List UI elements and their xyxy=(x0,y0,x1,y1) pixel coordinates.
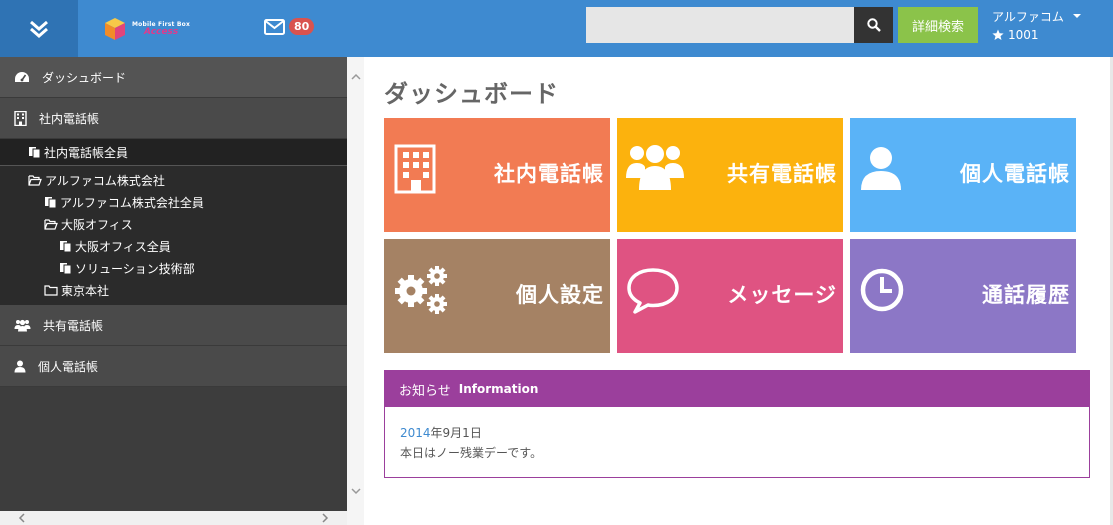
information-header: お知らせ Information xyxy=(385,371,1089,407)
tree-item-alphacom-all[interactable]: アルファコム株式会社全員 xyxy=(0,191,347,213)
tile-label: 個人電話帳 xyxy=(960,162,1070,186)
building-icon xyxy=(14,110,27,126)
chevron-right-icon xyxy=(322,513,329,523)
sidebar-item-label: 個人電話帳 xyxy=(38,359,99,374)
tree-item-label: 東京本社 xyxy=(61,283,110,298)
users-icon xyxy=(626,145,684,190)
tree-item-all-internal[interactable]: 社内電話帳全員 xyxy=(0,139,347,166)
tile-label: 個人設定 xyxy=(516,283,604,307)
tree-item-label: アルファコム株式会社全員 xyxy=(60,195,204,210)
chevron-down-icon xyxy=(350,488,361,495)
app-logo[interactable]: Mobile First Box Access xyxy=(104,15,190,43)
search-icon xyxy=(866,18,881,32)
gears-icon xyxy=(395,266,447,314)
sidebar-item-personal-directory[interactable]: 個人電話帳 xyxy=(0,346,347,387)
double-chevron-down-icon xyxy=(30,20,48,38)
tree-item-osaka-office[interactable]: 大阪オフィス xyxy=(0,213,347,235)
user-icon xyxy=(14,360,26,372)
tile-personal-settings[interactable]: 個人設定 xyxy=(384,239,610,353)
tree-item-label: ソリューション技術部 xyxy=(75,261,195,276)
user-name: アルファコム xyxy=(992,9,1064,24)
tree-item-label: 大阪オフィス全員 xyxy=(75,239,171,254)
sidebar-item-label: 共有電話帳 xyxy=(43,318,104,333)
sidebar-item-shared-directory[interactable]: 共有電話帳 xyxy=(0,305,347,346)
information-title: お知らせ xyxy=(399,383,451,399)
user-extension: 1001 xyxy=(1008,28,1039,42)
chevron-up-icon xyxy=(350,73,361,80)
tree-item-label: 大阪オフィス xyxy=(61,217,133,232)
file-copy-icon xyxy=(29,147,41,158)
tree-item-solutions-dept[interactable]: ソリューション技術部 xyxy=(0,257,347,279)
top-bar: Mobile First Box Access 80 詳細検索 アルファコム 1… xyxy=(0,0,1113,57)
folder-open-icon xyxy=(28,174,42,186)
cube-logo-icon xyxy=(105,18,125,40)
file-copy-icon xyxy=(45,197,57,208)
search-button[interactable] xyxy=(854,7,893,43)
sidebar-vertical-scrollbar[interactable] xyxy=(347,57,364,525)
speech-bubble-icon xyxy=(627,268,679,314)
tile-messages[interactable]: メッセージ xyxy=(617,239,843,353)
tile-internal-directory[interactable]: 社内電話帳 xyxy=(384,118,610,232)
information-subtitle: Information xyxy=(458,382,539,396)
sidebar-item-label: 社内電話帳 xyxy=(39,111,100,126)
tree-item-osaka-all[interactable]: 大阪オフィス全員 xyxy=(0,235,347,257)
tile-call-history[interactable]: 通話履歴 xyxy=(850,239,1076,353)
chevron-left-icon xyxy=(18,513,25,523)
sidebar-item-internal-directory[interactable]: 社内電話帳 xyxy=(0,98,347,139)
notice-message: 本日はノー残業デーです。 xyxy=(400,446,543,460)
notice-date-year[interactable]: 2014 xyxy=(400,426,431,440)
caret-down-icon xyxy=(1072,14,1081,18)
information-body: 2014年9月1日 本日はノー残業デーです。 xyxy=(385,407,1089,479)
dashboard-icon xyxy=(15,71,29,82)
envelope-icon xyxy=(264,18,285,35)
sidebar-horizontal-scrollbar[interactable] xyxy=(0,511,347,525)
page-title: ダッシュボード xyxy=(384,80,559,108)
building-icon xyxy=(394,144,436,194)
search-input[interactable] xyxy=(586,7,854,43)
folder-icon xyxy=(44,284,58,296)
sidebar-toggle-button[interactable] xyxy=(0,0,78,57)
users-icon xyxy=(14,319,31,331)
tile-label: メッセージ xyxy=(727,283,837,307)
user-menu[interactable]: アルファコム 1001 xyxy=(992,7,1081,42)
file-copy-icon xyxy=(60,263,72,274)
user-icon xyxy=(861,147,901,190)
sidebar-item-label: ダッシュボード xyxy=(42,70,127,85)
tile-personal-directory[interactable]: 個人電話帳 xyxy=(850,118,1076,232)
tree-item-tokyo-hq[interactable]: 東京本社 xyxy=(0,279,347,301)
information-panel: お知らせ Information 2014年9月1日 本日はノー残業デーです。 xyxy=(384,370,1090,478)
tree-item-alphacom[interactable]: アルファコム株式会社 xyxy=(0,169,347,191)
sidebar: ダッシュボード 社内電話帳 社内電話帳全員 アルファコム株式会社 アルファコム株… xyxy=(0,57,347,525)
star-icon xyxy=(992,29,1004,40)
tree-item-label: 社内電話帳全員 xyxy=(44,145,129,160)
tree-item-label: アルファコム株式会社 xyxy=(45,173,165,188)
file-copy-icon xyxy=(60,241,72,252)
sidebar-item-dashboard[interactable]: ダッシュボード xyxy=(0,57,347,98)
advanced-search-button[interactable]: 詳細検索 xyxy=(898,7,978,43)
notice-date: 2014年9月1日 xyxy=(400,423,1074,443)
tile-label: 社内電話帳 xyxy=(494,162,604,186)
notice-date-rest: 年9月1日 xyxy=(430,426,482,440)
logo-line2: Access xyxy=(144,26,179,37)
unread-count-badge: 80 xyxy=(289,18,315,35)
tile-label: 通話履歴 xyxy=(982,283,1070,307)
tile-shared-directory[interactable]: 共有電話帳 xyxy=(617,118,843,232)
directory-tree: 社内電話帳全員 アルファコム株式会社 アルファコム株式会社全員 大阪オフィス 大… xyxy=(0,139,347,305)
clock-icon xyxy=(860,268,904,312)
folder-open-icon xyxy=(44,218,58,230)
messages-button[interactable]: 80 xyxy=(264,18,315,35)
tile-label: 共有電話帳 xyxy=(727,162,837,186)
